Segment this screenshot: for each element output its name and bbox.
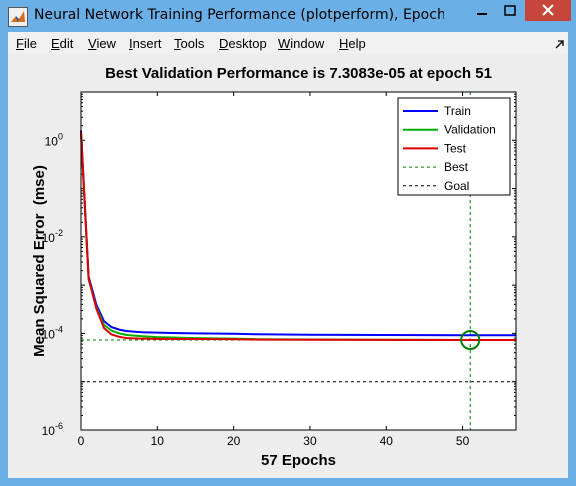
x-tick-label: 10 bbox=[151, 434, 165, 448]
legend-label-best: Best bbox=[444, 160, 469, 174]
menu-edit-label: Edit bbox=[51, 36, 74, 51]
menu-help[interactable]: Help bbox=[339, 36, 366, 51]
x-axis-label: 57 Epochs bbox=[261, 452, 336, 469]
legend-label-train: Train bbox=[444, 104, 471, 118]
menu-file[interactable]: File bbox=[16, 36, 37, 51]
menu-tools-label: Tools bbox=[174, 36, 205, 51]
minimize-button[interactable] bbox=[468, 0, 496, 21]
performance-chart: Best Validation Performance is 7.3083e-0… bbox=[31, 65, 517, 469]
x-tick-label: 30 bbox=[303, 434, 317, 448]
menu-help-label: Help bbox=[339, 36, 366, 51]
close-button[interactable] bbox=[525, 0, 571, 21]
x-tick-label: 50 bbox=[456, 434, 470, 448]
menu-edit[interactable]: Edit bbox=[51, 36, 73, 51]
menu-window-label: Window bbox=[278, 36, 325, 51]
matlab-app-icon[interactable] bbox=[8, 7, 28, 27]
menu-view-label: View bbox=[88, 36, 116, 51]
x-tick-label: 40 bbox=[380, 434, 394, 448]
figure-area: Best Validation Performance is 7.3083e-0… bbox=[8, 54, 568, 478]
figure-window: Neural Network Training Performance (plo… bbox=[0, 0, 576, 486]
window-title: Neural Network Training Performance (plo… bbox=[34, 7, 444, 23]
legend-label-test: Test bbox=[444, 141, 467, 155]
legend-label-validation: Validation bbox=[444, 123, 496, 137]
menu-insert[interactable]: Insert bbox=[129, 36, 162, 51]
menu-insert-label: Insert bbox=[129, 36, 162, 51]
menu-view[interactable]: View bbox=[88, 36, 116, 51]
y-axis-label: Mean Squared Error (mse) bbox=[31, 165, 48, 357]
legend-label-goal: Goal bbox=[444, 179, 469, 193]
menu-desktop[interactable]: Desktop bbox=[219, 36, 267, 51]
x-tick-label: 0 bbox=[78, 434, 85, 448]
chart-title: Best Validation Performance is 7.3083e-0… bbox=[105, 65, 492, 82]
x-tick-label: 20 bbox=[227, 434, 241, 448]
menu-bar: File Edit View Insert Tools Desktop Wind… bbox=[8, 32, 568, 54]
maximize-button[interactable] bbox=[496, 0, 524, 21]
title-bar[interactable]: Neural Network Training Performance (plo… bbox=[0, 0, 576, 32]
y-tick-label: 100 bbox=[45, 131, 63, 148]
menu-tools[interactable]: Tools bbox=[174, 36, 204, 51]
dock-arrow-icon[interactable] bbox=[555, 38, 565, 52]
menu-desktop-label: Desktop bbox=[219, 36, 267, 51]
y-tick-label: 10-6 bbox=[42, 421, 63, 438]
menu-window[interactable]: Window bbox=[278, 36, 324, 51]
menu-file-label: File bbox=[16, 36, 37, 51]
